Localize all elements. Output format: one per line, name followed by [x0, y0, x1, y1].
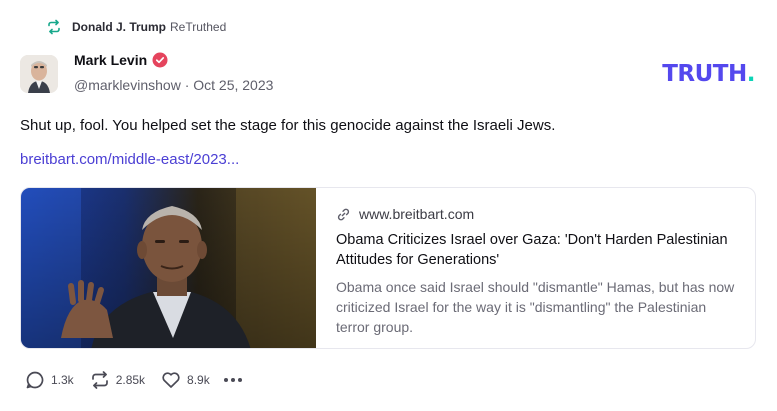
link-preview-card[interactable]: www.breitbart.com Obama Criticizes Israe…: [20, 187, 756, 349]
retruth-button[interactable]: 2.85k: [90, 370, 145, 390]
retruth-count: 2.85k: [115, 373, 146, 387]
reply-count: 1.3k: [51, 373, 74, 387]
retruth-user[interactable]: Donald J. Trump: [72, 20, 166, 34]
heart-icon: [162, 372, 180, 388]
post-header: Mark Levin @marklevinshow · Oct 25, 2023: [20, 52, 273, 93]
retruth-banner: Donald J. Trump ReTruthed: [46, 19, 226, 35]
card-description: Obama once said Israel should "dismantle…: [336, 279, 735, 335]
card-title: Obama Criticizes Israel over Gaza: 'Don'…: [336, 232, 728, 268]
card-image: [21, 188, 316, 348]
link-icon: [336, 207, 351, 222]
retruth-action-icon: [91, 371, 108, 389]
more-dot: [237, 378, 242, 382]
logo-text: TRUTH: [662, 61, 747, 87]
author-handle-date: @marklevinshow · Oct 25, 2023: [74, 77, 274, 93]
post-actions: 1.3k 2.85k 8.9k: [25, 370, 242, 390]
like-button[interactable]: 8.9k: [161, 370, 210, 390]
author-name[interactable]: Mark Levin: [74, 52, 147, 68]
truth-logo: TRUTH.: [662, 61, 755, 87]
retruth-label: ReTruthed: [170, 20, 227, 34]
like-count: 8.9k: [187, 373, 210, 387]
more-options-button[interactable]: [223, 378, 242, 382]
reply-icon: [26, 371, 44, 389]
more-dot: [230, 378, 235, 382]
post-text: Shut up, fool. You helped set the stage …: [20, 117, 556, 134]
logo-dot: .: [746, 61, 756, 87]
verified-badge-icon: [152, 52, 168, 68]
reply-button[interactable]: 1.3k: [25, 370, 74, 390]
more-dot: [223, 378, 228, 382]
avatar[interactable]: [20, 55, 58, 93]
card-domain: www.breitbart.com: [359, 206, 475, 222]
retruth-icon: [46, 19, 62, 35]
post-link[interactable]: breitbart.com/middle-east/2023...: [20, 151, 239, 168]
